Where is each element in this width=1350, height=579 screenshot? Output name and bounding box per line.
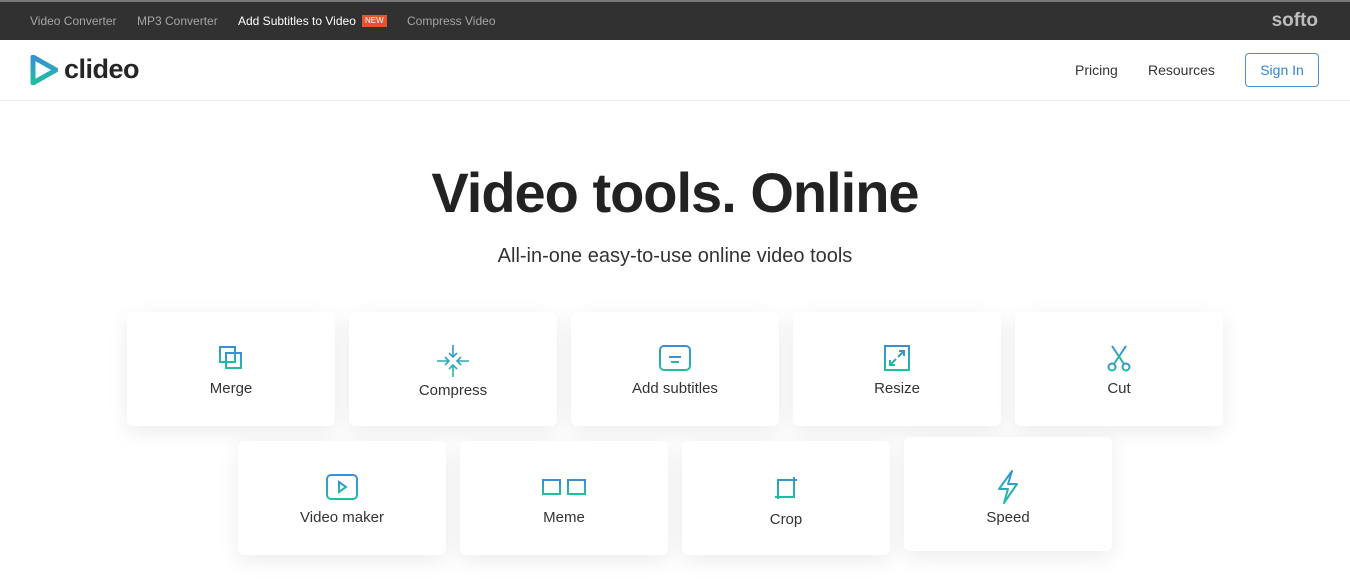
clideo-logo[interactable]: clideo — [30, 54, 140, 85]
link-compress-video[interactable]: Compress Video — [407, 14, 496, 28]
tool-label: Cut — [1107, 380, 1131, 397]
header: clideo Pricing Resources Sign In — [0, 40, 1350, 101]
tool-label: Crop — [769, 511, 803, 528]
tool-card-video-maker[interactable]: Video maker — [238, 441, 446, 555]
play-icon — [326, 474, 358, 500]
resize-icon — [884, 345, 910, 371]
compress-icon — [437, 345, 469, 377]
sign-in-button[interactable]: Sign In — [1245, 53, 1319, 87]
tool-label: Meme — [543, 509, 585, 526]
tool-card-resize[interactable]: Resize — [793, 312, 1001, 426]
top-bar: Video Converter MP3 Converter Add Subtit… — [0, 0, 1350, 40]
tool-label: Resize — [874, 380, 920, 397]
tool-card-cut[interactable]: Cut — [1015, 312, 1223, 426]
logo-text: clideo — [64, 54, 140, 84]
tool-label: Video maker — [300, 509, 384, 526]
page-title: Video tools. Online — [431, 161, 919, 224]
page-subtitle: All-in-one easy-to-use online video tool… — [497, 245, 853, 267]
link-mp3-converter[interactable]: MP3 Converter — [137, 14, 218, 28]
tool-label: Compress — [418, 382, 488, 399]
softo-logo[interactable]: softo — [1272, 10, 1318, 32]
tool-label: Merge — [209, 380, 253, 397]
crop-icon — [775, 477, 797, 499]
tool-label: Speed — [986, 509, 1030, 526]
glasses-icon — [539, 479, 589, 495]
tool-card-compress[interactable]: Compress — [349, 312, 557, 426]
nav-resources[interactable]: Resources — [1148, 62, 1215, 78]
tool-label: Add subtitles — [632, 380, 718, 397]
link-video-converter[interactable]: Video Converter — [30, 14, 117, 28]
subtitles-icon — [659, 345, 691, 371]
play-logo-icon — [30, 54, 58, 85]
tool-card-meme[interactable]: Meme — [460, 441, 668, 555]
scissors-icon — [1107, 345, 1131, 372]
nav-pricing[interactable]: Pricing — [1075, 62, 1118, 78]
tool-card-merge[interactable]: Merge — [127, 312, 335, 426]
tool-card-add-subtitles[interactable]: Add subtitles — [571, 312, 779, 426]
link-add-subtitles[interactable]: Add Subtitles to Video — [238, 14, 356, 28]
merge-icon — [219, 346, 242, 369]
lightning-icon — [998, 470, 1018, 504]
tool-card-speed[interactable]: Speed — [904, 437, 1112, 551]
new-badge: NEW — [362, 15, 387, 27]
tool-card-crop[interactable]: Crop — [682, 441, 890, 555]
